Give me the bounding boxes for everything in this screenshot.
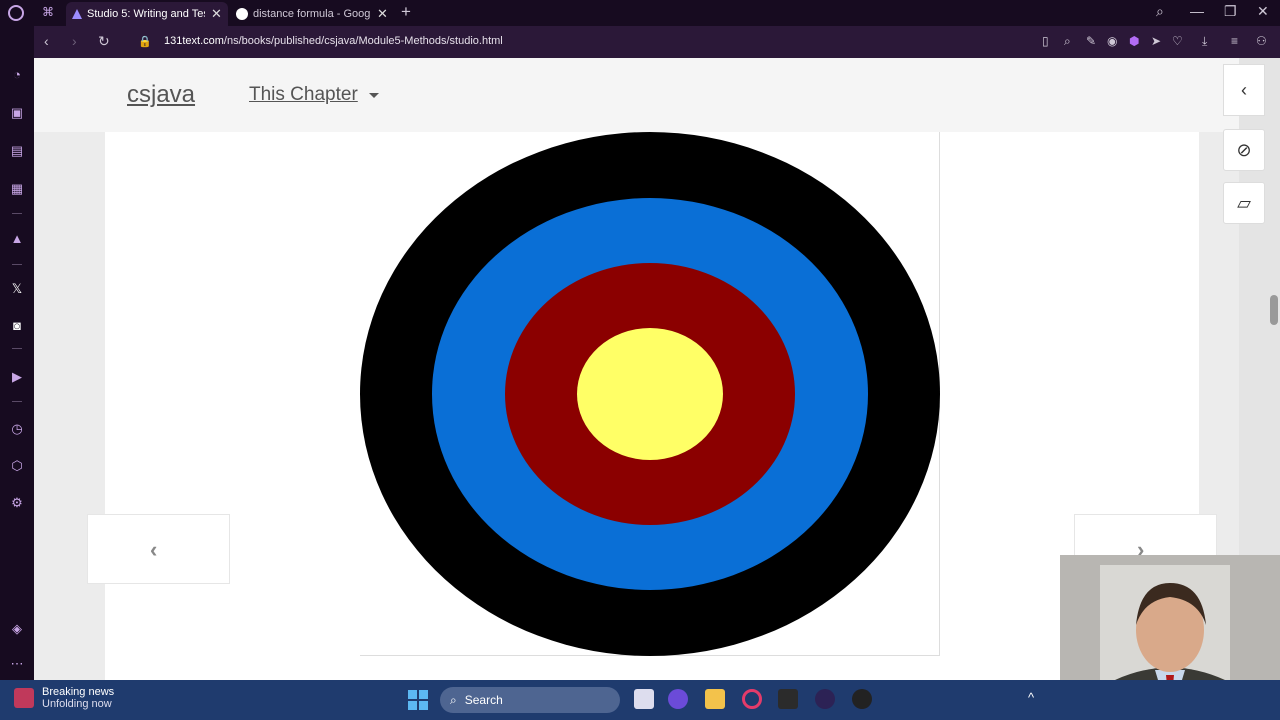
- gamepad-icon[interactable]: ⌘: [42, 5, 54, 19]
- tab-strip: ⌘ Studio 5: Writing and Testir ✕ distanc…: [0, 0, 1280, 26]
- discord-icon[interactable]: ◙: [9, 318, 25, 334]
- address-bar: ‹ › ↻ 🔒 131text.com/ns/books/published/c…: [34, 26, 1280, 58]
- chevron-left-icon: ‹: [150, 537, 158, 562]
- caret-down-icon[interactable]: [369, 93, 379, 98]
- close-tab-icon[interactable]: ✕: [377, 6, 388, 22]
- opera-logo-icon[interactable]: [8, 5, 24, 21]
- minimize-icon[interactable]: —: [1190, 3, 1204, 19]
- reload-icon[interactable]: ↻: [98, 33, 110, 50]
- windows-start-icon[interactable]: [408, 690, 428, 710]
- tab-studio5[interactable]: Studio 5: Writing and Testir ✕: [66, 2, 228, 26]
- target-canvas: [360, 132, 940, 656]
- news-subtitle: Unfolding now: [42, 698, 112, 710]
- heart-icon[interactable]: ♡: [1172, 34, 1183, 48]
- tray-chevron-icon[interactable]: ^: [1028, 690, 1034, 705]
- web-page: csjava This Chapter ‹ ›: [34, 58, 1239, 680]
- close-tab-icon[interactable]: ✕: [211, 6, 222, 22]
- edit-icon[interactable]: ✎: [1086, 34, 1096, 48]
- new-tab-icon[interactable]: +: [401, 2, 411, 22]
- url-field[interactable]: 131text.com/ns/books/published/csjava/Mo…: [164, 35, 503, 47]
- browser-sidebar: ◔ ▣ ▤ ▦ ▲ 𝕏 ◙ ▶ ◷ ⬡ ⚙ ◈ ⋯: [0, 26, 34, 680]
- target-bullseye: [577, 328, 723, 460]
- file-explorer-icon[interactable]: [705, 689, 725, 709]
- taskbar-search[interactable]: ⌕ Search: [440, 687, 620, 713]
- obs-icon[interactable]: [852, 689, 872, 709]
- hide-visibility-button[interactable]: ⊘: [1223, 129, 1265, 171]
- x-icon[interactable]: 𝕏: [9, 281, 25, 297]
- google-favicon-icon: [236, 8, 248, 20]
- send-icon[interactable]: ➤: [1151, 34, 1161, 48]
- previous-page-button[interactable]: ‹: [87, 514, 230, 584]
- settings-icon[interactable]: ⚙: [9, 495, 25, 511]
- runestone-favicon-icon: [72, 9, 82, 19]
- task-view-icon[interactable]: [634, 689, 654, 709]
- notes-button[interactable]: ▱: [1223, 182, 1265, 224]
- speed-dial-icon[interactable]: ◔: [9, 67, 25, 83]
- news-widget[interactable]: Breaking news Unfolding now: [14, 686, 114, 710]
- target-drawing: [360, 132, 940, 656]
- tab-label: Studio 5: Writing and Testir: [87, 8, 205, 20]
- tab-label: distance formula - Google: [253, 8, 371, 20]
- camera-icon[interactable]: ◉: [1107, 34, 1117, 48]
- collapse-panel-button[interactable]: ‹: [1223, 64, 1265, 116]
- cube-icon[interactable]: ⬡: [9, 458, 25, 474]
- news-icon: [14, 688, 34, 708]
- more-icon[interactable]: ⋯: [9, 656, 25, 672]
- tab-distance-formula[interactable]: distance formula - Google ✕: [230, 2, 395, 26]
- forward-icon[interactable]: ›: [72, 33, 77, 49]
- reader-icon[interactable]: ▯: [1042, 34, 1049, 48]
- chapter-menu[interactable]: This Chapter: [249, 84, 358, 106]
- video-app-icon[interactable]: [668, 689, 688, 709]
- terminal-icon[interactable]: [778, 689, 798, 709]
- bag-icon[interactable]: ▣: [9, 105, 25, 121]
- close-window-icon[interactable]: ✕: [1257, 3, 1269, 20]
- history-icon[interactable]: ◷: [9, 421, 25, 437]
- search-tabs-icon[interactable]: ⌕: [1156, 3, 1164, 20]
- main-content: [105, 132, 1199, 680]
- brand-link[interactable]: csjava: [127, 81, 195, 109]
- chip-icon[interactable]: ▦: [9, 181, 25, 197]
- aria-icon[interactable]: ▲: [9, 231, 25, 247]
- player-icon[interactable]: ▶: [9, 369, 25, 385]
- vpn-shield-icon[interactable]: ⬢: [1129, 34, 1139, 48]
- scrollbar-thumb[interactable]: [1270, 295, 1278, 325]
- menu-icon[interactable]: ≡: [1231, 34, 1238, 48]
- site-navbar: csjava This Chapter: [34, 58, 1239, 132]
- search-label: Search: [464, 693, 503, 707]
- download-icon[interactable]: ⤓: [1202, 34, 1207, 49]
- restore-icon[interactable]: ❐: [1224, 3, 1237, 20]
- customize-icon[interactable]: ◈: [9, 621, 25, 637]
- zoom-icon[interactable]: ⌕: [1064, 34, 1071, 49]
- eclipse-icon[interactable]: [815, 689, 835, 709]
- back-icon[interactable]: ‹: [44, 33, 49, 49]
- lock-icon: 🔒: [138, 36, 152, 48]
- windows-taskbar: Breaking news Unfolding now ⌕ Search ^: [0, 680, 1280, 720]
- search-icon: ⌕: [450, 692, 457, 707]
- profile-icon[interactable]: ⚇: [1256, 34, 1267, 48]
- opera-taskbar-icon[interactable]: [742, 689, 762, 709]
- eye-off-icon: ⊘: [1236, 139, 1252, 160]
- twitch-icon[interactable]: ▤: [9, 143, 25, 159]
- sticky-note-icon: ▱: [1237, 192, 1251, 213]
- news-title: Breaking news: [42, 686, 115, 698]
